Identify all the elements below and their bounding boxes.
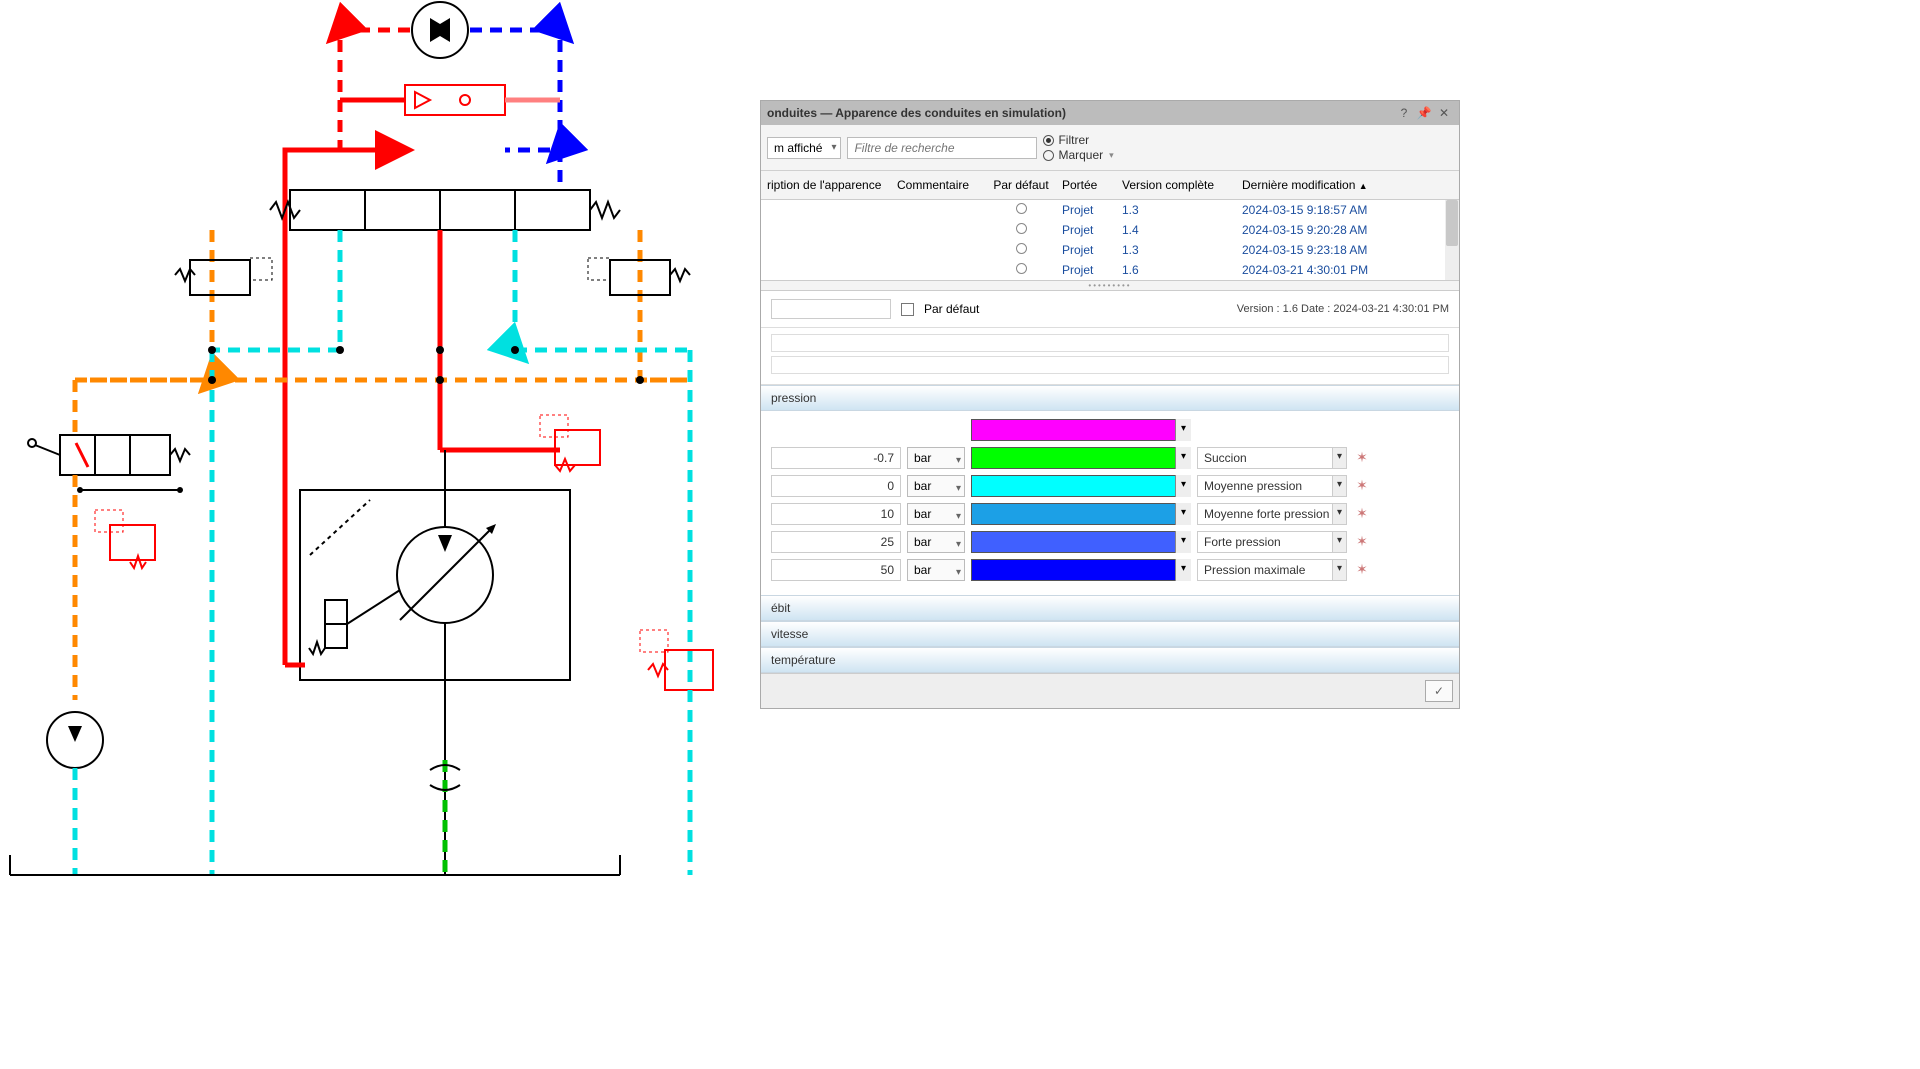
delete-row-icon[interactable]: ✶ <box>1353 505 1371 523</box>
search-input[interactable] <box>847 137 1037 159</box>
color-picker-button[interactable]: ▾ <box>1175 559 1191 581</box>
section-temperature[interactable]: température <box>761 647 1459 673</box>
filter-toolbar: m affiché Filtrer Marquer▾ <box>761 125 1459 171</box>
col-version[interactable]: Version complète <box>1116 175 1236 195</box>
unit-dropdown[interactable]: bar <box>907 531 965 553</box>
threshold-input[interactable]: 50 <box>771 559 901 581</box>
col-comment[interactable]: Commentaire <box>891 175 986 195</box>
color-picker-button[interactable]: ▾ <box>1175 447 1191 469</box>
col-scope[interactable]: Portée <box>1056 175 1116 195</box>
table-row[interactable]: Projet 1.6 2024-03-21 4:30:01 PM <box>761 260 1459 280</box>
col-default[interactable]: Par défaut <box>986 175 1056 195</box>
pressure-row: 10 bar ▾ Moyenne forte pression▾ ✶ <box>771 503 1449 525</box>
delete-row-icon[interactable]: ✶ <box>1353 477 1371 495</box>
help-button[interactable]: ? <box>1395 105 1413 121</box>
default-checkbox-label: Par défaut <box>924 302 979 316</box>
table-row[interactable]: Projet 1.4 2024-03-15 9:20:28 AM <box>761 220 1459 240</box>
section-speed[interactable]: vitesse <box>761 621 1459 647</box>
desc-field-2[interactable] <box>771 356 1449 374</box>
ok-button[interactable]: ✓ <box>1425 680 1453 702</box>
col-description[interactable]: ription de l'apparence <box>761 175 891 195</box>
splitter[interactable]: ••••••••• <box>761 281 1459 291</box>
delete-row-icon[interactable]: ✶ <box>1353 449 1371 467</box>
level-label-input[interactable]: Moyenne pression▾ <box>1197 475 1347 497</box>
delete-row-icon[interactable]: ✶ <box>1353 561 1371 579</box>
color-swatch[interactable]: ▾ <box>971 559 1191 581</box>
color-picker-button[interactable]: ▾ <box>1175 503 1191 525</box>
hydraulic-schematic: .red { stroke:#ff0000; } .blue { stroke:… <box>0 0 760 1069</box>
pin-button[interactable]: 📌 <box>1415 105 1433 121</box>
version-info: Version : 1.6 Date : 2024-03-21 4:30:01 … <box>1237 303 1449 315</box>
color-swatch[interactable]: ▾ <box>971 503 1191 525</box>
pressure-body: ▾ -0.7 bar ▾ Succion▾ ✶ 0 bar ▾ Moyenne … <box>761 411 1459 595</box>
desc-field-1[interactable] <box>771 334 1449 352</box>
table-row[interactable]: Projet 1.3 2024-03-15 9:18:57 AM <box>761 200 1459 220</box>
level-label-input[interactable]: Pression maximale▾ <box>1197 559 1347 581</box>
threshold-input[interactable]: 25 <box>771 531 901 553</box>
unit-dropdown[interactable]: bar <box>907 559 965 581</box>
section-flow[interactable]: ébit <box>761 595 1459 621</box>
pressure-row: ▾ <box>771 419 1449 441</box>
col-modified[interactable]: Dernière modification ▲ <box>1236 175 1459 195</box>
threshold-input[interactable]: -0.7 <box>771 447 901 469</box>
unit-dropdown[interactable]: bar <box>907 475 965 497</box>
default-checkbox[interactable] <box>901 303 914 316</box>
color-swatch[interactable]: ▾ <box>971 475 1191 497</box>
pressure-row: -0.7 bar ▾ Succion▾ ✶ <box>771 447 1449 469</box>
color-picker-button[interactable]: ▾ <box>1175 531 1191 553</box>
level-label-input[interactable]: Succion▾ <box>1197 447 1347 469</box>
level-label-input[interactable]: Forte pression▾ <box>1197 531 1347 553</box>
unit-dropdown[interactable]: bar <box>907 503 965 525</box>
section-pressure[interactable]: pression <box>761 385 1459 411</box>
pressure-row: 50 bar ▾ Pression maximale▾ ✶ <box>771 559 1449 581</box>
detail-row: Par défaut Version : 1.6 Date : 2024-03-… <box>761 291 1459 328</box>
grid-body: Projet 1.3 2024-03-15 9:18:57 AM Projet … <box>761 200 1459 281</box>
pressure-row: 25 bar ▾ Forte pression▾ ✶ <box>771 531 1449 553</box>
description-fields <box>761 328 1459 385</box>
name-field[interactable] <box>771 299 891 319</box>
dialog-titlebar: onduites — Apparence des conduites en si… <box>761 101 1459 125</box>
grid-header: ription de l'apparence Commentaire Par d… <box>761 171 1459 200</box>
threshold-input[interactable]: 10 <box>771 503 901 525</box>
delete-row-icon[interactable]: ✶ <box>1353 533 1371 551</box>
pressure-row: 0 bar ▾ Moyenne pression▾ ✶ <box>771 475 1449 497</box>
mark-radio[interactable]: Marquer▾ <box>1043 148 1113 162</box>
dialog-footer: ✓ <box>761 673 1459 708</box>
unit-dropdown[interactable]: bar <box>907 447 965 469</box>
grid-scrollbar[interactable] <box>1445 200 1459 281</box>
color-swatch[interactable]: ▾ <box>971 419 1191 441</box>
filter-radio[interactable]: Filtrer <box>1043 133 1113 147</box>
color-swatch[interactable]: ▾ <box>971 531 1191 553</box>
appearance-dialog: onduites — Apparence des conduites en si… <box>760 100 1460 709</box>
threshold-input[interactable]: 0 <box>771 475 901 497</box>
color-picker-button[interactable]: ▾ <box>1175 419 1191 441</box>
display-dropdown[interactable]: m affiché <box>767 137 841 159</box>
level-label-input[interactable]: Moyenne forte pression▾ <box>1197 503 1347 525</box>
color-picker-button[interactable]: ▾ <box>1175 475 1191 497</box>
dialog-title: onduites — Apparence des conduites en si… <box>767 106 1393 120</box>
color-swatch[interactable]: ▾ <box>971 447 1191 469</box>
table-row[interactable]: Projet 1.3 2024-03-15 9:23:18 AM <box>761 240 1459 260</box>
filter-mode-radios: Filtrer Marquer▾ <box>1043 133 1113 162</box>
close-button[interactable]: ✕ <box>1435 105 1453 121</box>
